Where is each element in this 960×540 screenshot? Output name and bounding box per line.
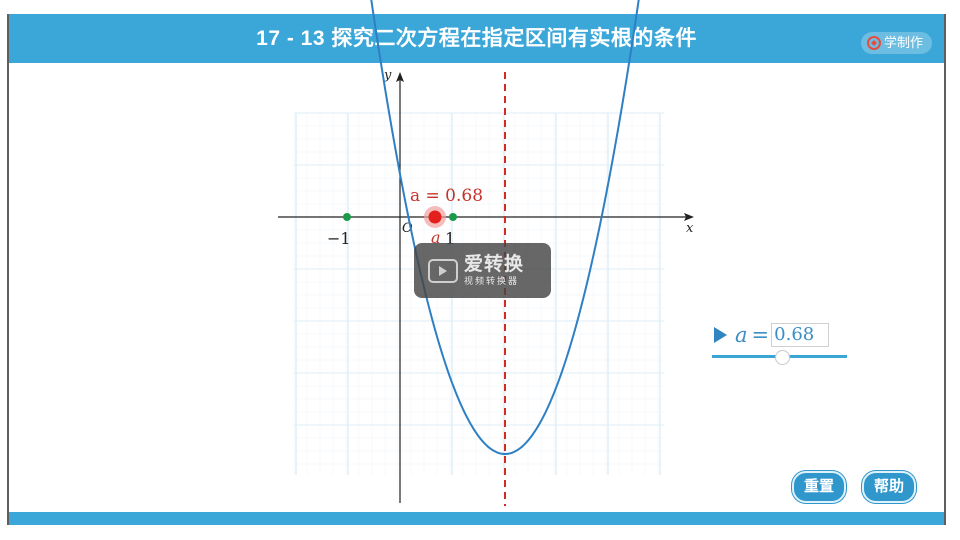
slider-value-input[interactable]: 0.68 bbox=[771, 323, 830, 347]
reset-button[interactable]: 重置 bbox=[792, 471, 846, 503]
x-axis-label: x bbox=[686, 221, 694, 236]
slider-thumb[interactable] bbox=[775, 350, 790, 365]
point-a[interactable] bbox=[428, 210, 442, 224]
slider-variable: a bbox=[735, 323, 748, 347]
slider-equals: = bbox=[751, 323, 770, 347]
watermark-subtitle: 视频转换器 bbox=[464, 276, 520, 286]
tick-label-neg-one: −1 bbox=[327, 229, 351, 248]
play-icon[interactable] bbox=[714, 327, 727, 343]
slider-a-control: a = 0.68 bbox=[714, 322, 830, 348]
watermark: 爱转换 视频转换器 bbox=[414, 243, 551, 298]
video-icon bbox=[428, 258, 458, 283]
endpoint-neg-one bbox=[343, 213, 351, 221]
point-a-value-label: a = 0.68 bbox=[410, 186, 483, 206]
watermark-title: 爱转换 bbox=[464, 254, 525, 275]
endpoint-one bbox=[449, 213, 457, 221]
help-button[interactable]: 帮助 bbox=[862, 471, 916, 503]
